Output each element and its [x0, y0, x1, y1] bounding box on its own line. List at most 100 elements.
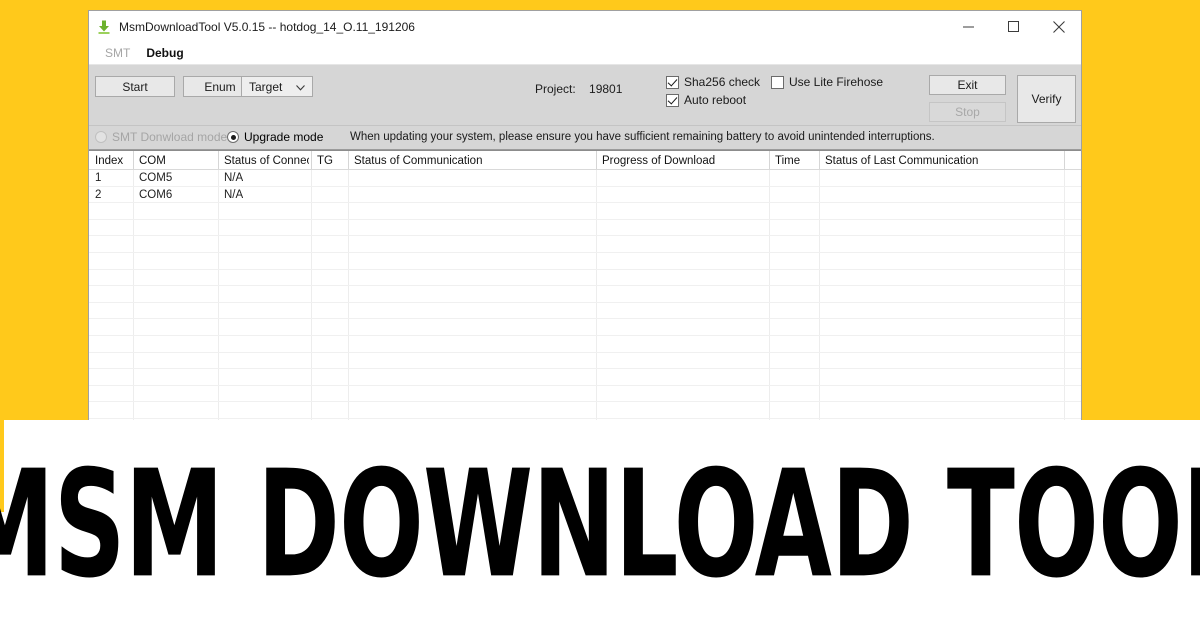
menu-item-smt[interactable]: SMT [97, 46, 138, 60]
target-dropdown-label: Target [249, 79, 283, 94]
table-row-empty[interactable] [89, 385, 1081, 403]
grid-column-divider [311, 219, 312, 237]
table-row[interactable]: 1 COM5 N/A [89, 170, 1081, 187]
table-row-empty[interactable] [89, 369, 1081, 386]
grid-column-divider [819, 252, 820, 270]
grid-cell-conn: N/A [224, 188, 244, 201]
grid-column-divider [218, 236, 219, 253]
maximize-icon[interactable] [991, 11, 1036, 42]
project-label: Project: 19801 [535, 82, 622, 96]
table-row-empty[interactable] [89, 352, 1081, 370]
grid-column-divider [596, 369, 597, 386]
auto-reboot-checkbox[interactable]: Auto reboot [666, 93, 746, 107]
stop-button[interactable]: Stop [929, 102, 1006, 122]
grid-column-divider [133, 335, 134, 353]
grid-column-divider [133, 151, 134, 170]
grid-column-divider [769, 319, 770, 336]
grid-header-tg: TG [317, 154, 333, 167]
grid-column-divider [133, 186, 134, 204]
table-row-empty[interactable] [89, 319, 1081, 336]
grid-column-divider [311, 335, 312, 353]
grid-column-divider [819, 170, 820, 187]
grid-column-divider [311, 170, 312, 187]
grid-column-divider [819, 219, 820, 237]
grid-column-divider [133, 203, 134, 220]
start-button[interactable]: Start [95, 76, 175, 97]
table-row-empty[interactable] [89, 335, 1081, 353]
grid-column-divider [218, 203, 219, 220]
green-download-icon [96, 19, 112, 35]
table-row-empty[interactable] [89, 219, 1081, 237]
grid-column-divider [348, 385, 349, 403]
sha256-check-checkbox[interactable]: Sha256 check [666, 75, 760, 89]
auto-reboot-label: Auto reboot [684, 93, 747, 107]
table-row-empty[interactable] [89, 203, 1081, 220]
grid-column-divider [596, 302, 597, 320]
smt-download-mode-radio[interactable]: SMT Donwload mode [95, 130, 227, 144]
grid-column-divider [348, 219, 349, 237]
grid-column-divider [1064, 335, 1065, 353]
grid-column-divider [819, 151, 820, 170]
close-icon[interactable] [1036, 11, 1081, 42]
table-row-empty[interactable] [89, 252, 1081, 270]
upgrade-mode-radio[interactable]: Upgrade mode [227, 130, 323, 144]
grid-column-divider [596, 269, 597, 287]
table-row-empty[interactable] [89, 236, 1081, 253]
grid-column-divider [348, 151, 349, 170]
grid-column-divider [819, 335, 820, 353]
target-dropdown[interactable]: Target [241, 76, 313, 97]
verify-button[interactable]: Verify [1017, 75, 1076, 123]
grid-column-divider [311, 236, 312, 253]
grid-column-divider [311, 186, 312, 204]
minimize-icon[interactable] [946, 11, 991, 42]
screenshot-root: MsmDownloadTool V5.0.15 -- hotdog_14_O.1… [0, 0, 1200, 630]
grid-column-divider [348, 170, 349, 187]
battery-notice: When updating your system, please ensure… [350, 131, 935, 143]
grid-column-divider [311, 203, 312, 220]
window-title: MsmDownloadTool V5.0.15 -- hotdog_14_O.1… [119, 19, 415, 34]
grid-column-divider [348, 186, 349, 204]
grid-column-divider [311, 352, 312, 370]
grid-column-divider [819, 352, 820, 370]
grid-column-divider [769, 186, 770, 204]
grid-column-divider [133, 385, 134, 403]
use-lite-firehose-checkbox[interactable]: Use Lite Firehose [771, 75, 883, 89]
grid-column-divider [311, 369, 312, 386]
grid-column-divider [218, 385, 219, 403]
grid-column-divider [769, 219, 770, 237]
grid-header-time: Time [775, 154, 801, 167]
table-row-empty[interactable] [89, 269, 1081, 287]
grid-column-divider [348, 252, 349, 270]
grid-column-divider [218, 335, 219, 353]
grid-column-divider [1064, 151, 1065, 170]
grid-column-divider [311, 385, 312, 403]
grid-cell-index: 2 [95, 188, 102, 201]
menu-item-debug[interactable]: Debug [138, 46, 191, 60]
exit-button[interactable]: Exit [929, 75, 1006, 95]
table-row-empty[interactable] [89, 302, 1081, 320]
grid-column-divider [218, 151, 219, 170]
title-bar[interactable]: MsmDownloadTool V5.0.15 -- hotdog_14_O.1… [89, 11, 1081, 42]
grid-column-divider [1064, 219, 1065, 237]
grid-column-divider [1064, 385, 1065, 403]
toolbar: Start Enum Target Project: 19801 Sha256 … [89, 65, 1081, 126]
grid-column-divider [218, 219, 219, 237]
project-label-text: Project: [535, 82, 576, 96]
grid-column-divider [348, 335, 349, 353]
grid-column-divider [596, 286, 597, 303]
grid-column-divider [1064, 319, 1065, 336]
grid-column-divider [819, 203, 820, 220]
checkbox-box-sha256 [666, 75, 679, 89]
table-row-empty[interactable] [89, 286, 1081, 303]
grid-column-divider [596, 385, 597, 403]
grid-column-divider [769, 369, 770, 386]
grid-column-divider [348, 236, 349, 253]
grid-column-divider [819, 236, 820, 253]
grid-column-divider [218, 319, 219, 336]
grid-column-divider [819, 319, 820, 336]
device-grid[interactable]: Index COM Status of Connection TG Status of … [89, 150, 1081, 422]
use-lite-firehose-label: Use Lite Firehose [789, 75, 884, 89]
grid-column-divider [133, 170, 134, 187]
table-row[interactable]: 2 COM6 N/A [89, 186, 1081, 204]
grid-column-divider [348, 286, 349, 303]
